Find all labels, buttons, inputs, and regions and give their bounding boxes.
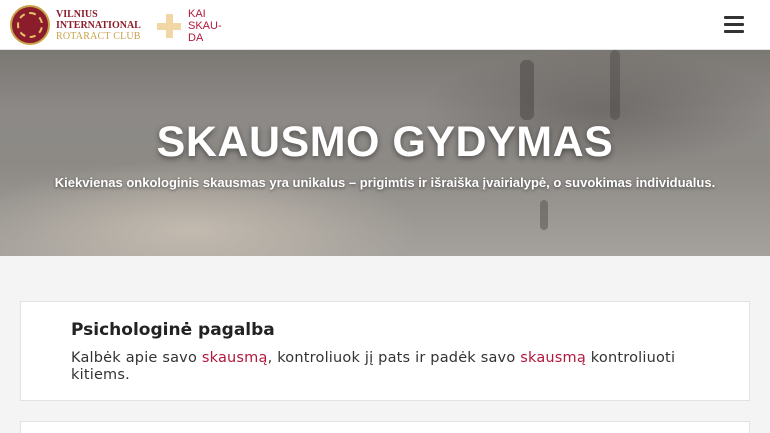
kai-skauda-logo[interactable]: KAI SKAU- DA (157, 8, 222, 44)
rotaract-club-name: VILNIUS INTERNATIONAL ROTARACT CLUB (56, 9, 141, 42)
rotaract-club-logo[interactable]: VILNIUS INTERNATIONAL ROTARACT CLUB (10, 5, 141, 45)
top-navbar: VILNIUS INTERNATIONAL ROTARACT CLUB KAI … (0, 0, 770, 50)
kai-skauda-name: KAI SKAU- DA (188, 8, 222, 44)
hamburger-menu-icon[interactable] (724, 16, 744, 34)
medical-cross-icon (157, 14, 181, 38)
skausma-link[interactable]: skausmą (202, 350, 268, 366)
next-card[interactable] (20, 421, 750, 433)
kai-logo-line2: SKAU- (188, 20, 222, 32)
rotaract-name-line1: VILNIUS (56, 8, 98, 20)
card-text-part1: Kalbėk apie savo (71, 350, 202, 366)
card-description: Kalbėk apie savo skausmą, kontroliuok jį… (71, 350, 721, 384)
skausma-link[interactable]: skausmą (520, 350, 586, 366)
psychological-help-card[interactable]: Psichologinė pagalba Kalbėk apie savo sk… (20, 301, 750, 401)
card-title: Psichologinė pagalba (71, 320, 275, 340)
page-title: SKAUSMO GYDYMAS (156, 118, 614, 166)
hero-banner: SKAUSMO GYDYMAS Kiekvienas onkologinis s… (0, 50, 770, 256)
kai-logo-line1: KAI (188, 8, 206, 20)
rotaract-name-line2: INTERNATIONAL (56, 19, 141, 31)
rotaract-name-line3: ROTARACT CLUB (56, 30, 141, 42)
kai-logo-line3: DA (188, 32, 204, 44)
page-subtitle: Kiekvienas onkologinis skausmas yra unik… (54, 175, 716, 190)
rotary-emblem-icon (10, 5, 50, 45)
card-text-part2: , kontroliuok jį pats ir padėk savo (267, 350, 521, 366)
